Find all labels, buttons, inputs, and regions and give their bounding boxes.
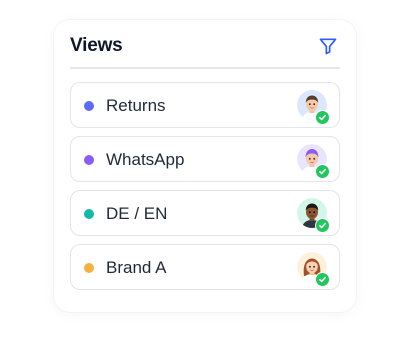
check-icon bbox=[315, 218, 330, 233]
view-label: DE / EN bbox=[106, 204, 168, 223]
header-divider bbox=[70, 67, 340, 69]
view-item-de-en[interactable]: DE / EN bbox=[70, 190, 340, 236]
view-label: WhatsApp bbox=[106, 150, 185, 169]
view-item-returns[interactable]: Returns bbox=[70, 82, 340, 128]
panel-title: Views bbox=[70, 35, 123, 56]
panel-header: Views bbox=[70, 32, 340, 64]
check-icon bbox=[315, 110, 330, 125]
view-item-whatsapp[interactable]: WhatsApp bbox=[70, 136, 340, 182]
check-icon bbox=[315, 164, 330, 179]
view-label: Brand A bbox=[106, 258, 167, 277]
color-dot bbox=[84, 101, 94, 111]
view-item-brand-a[interactable]: Brand A bbox=[70, 244, 340, 290]
views-panel: Views Returns WhatsApp DE / EN Brand A bbox=[54, 20, 356, 312]
filter-button[interactable] bbox=[314, 32, 342, 60]
color-dot bbox=[84, 263, 94, 273]
check-icon bbox=[315, 272, 330, 287]
views-list: Returns WhatsApp DE / EN Brand A bbox=[70, 82, 340, 298]
color-dot bbox=[84, 155, 94, 165]
color-dot bbox=[84, 209, 94, 219]
view-label: Returns bbox=[106, 96, 166, 115]
filter-icon bbox=[319, 38, 337, 55]
